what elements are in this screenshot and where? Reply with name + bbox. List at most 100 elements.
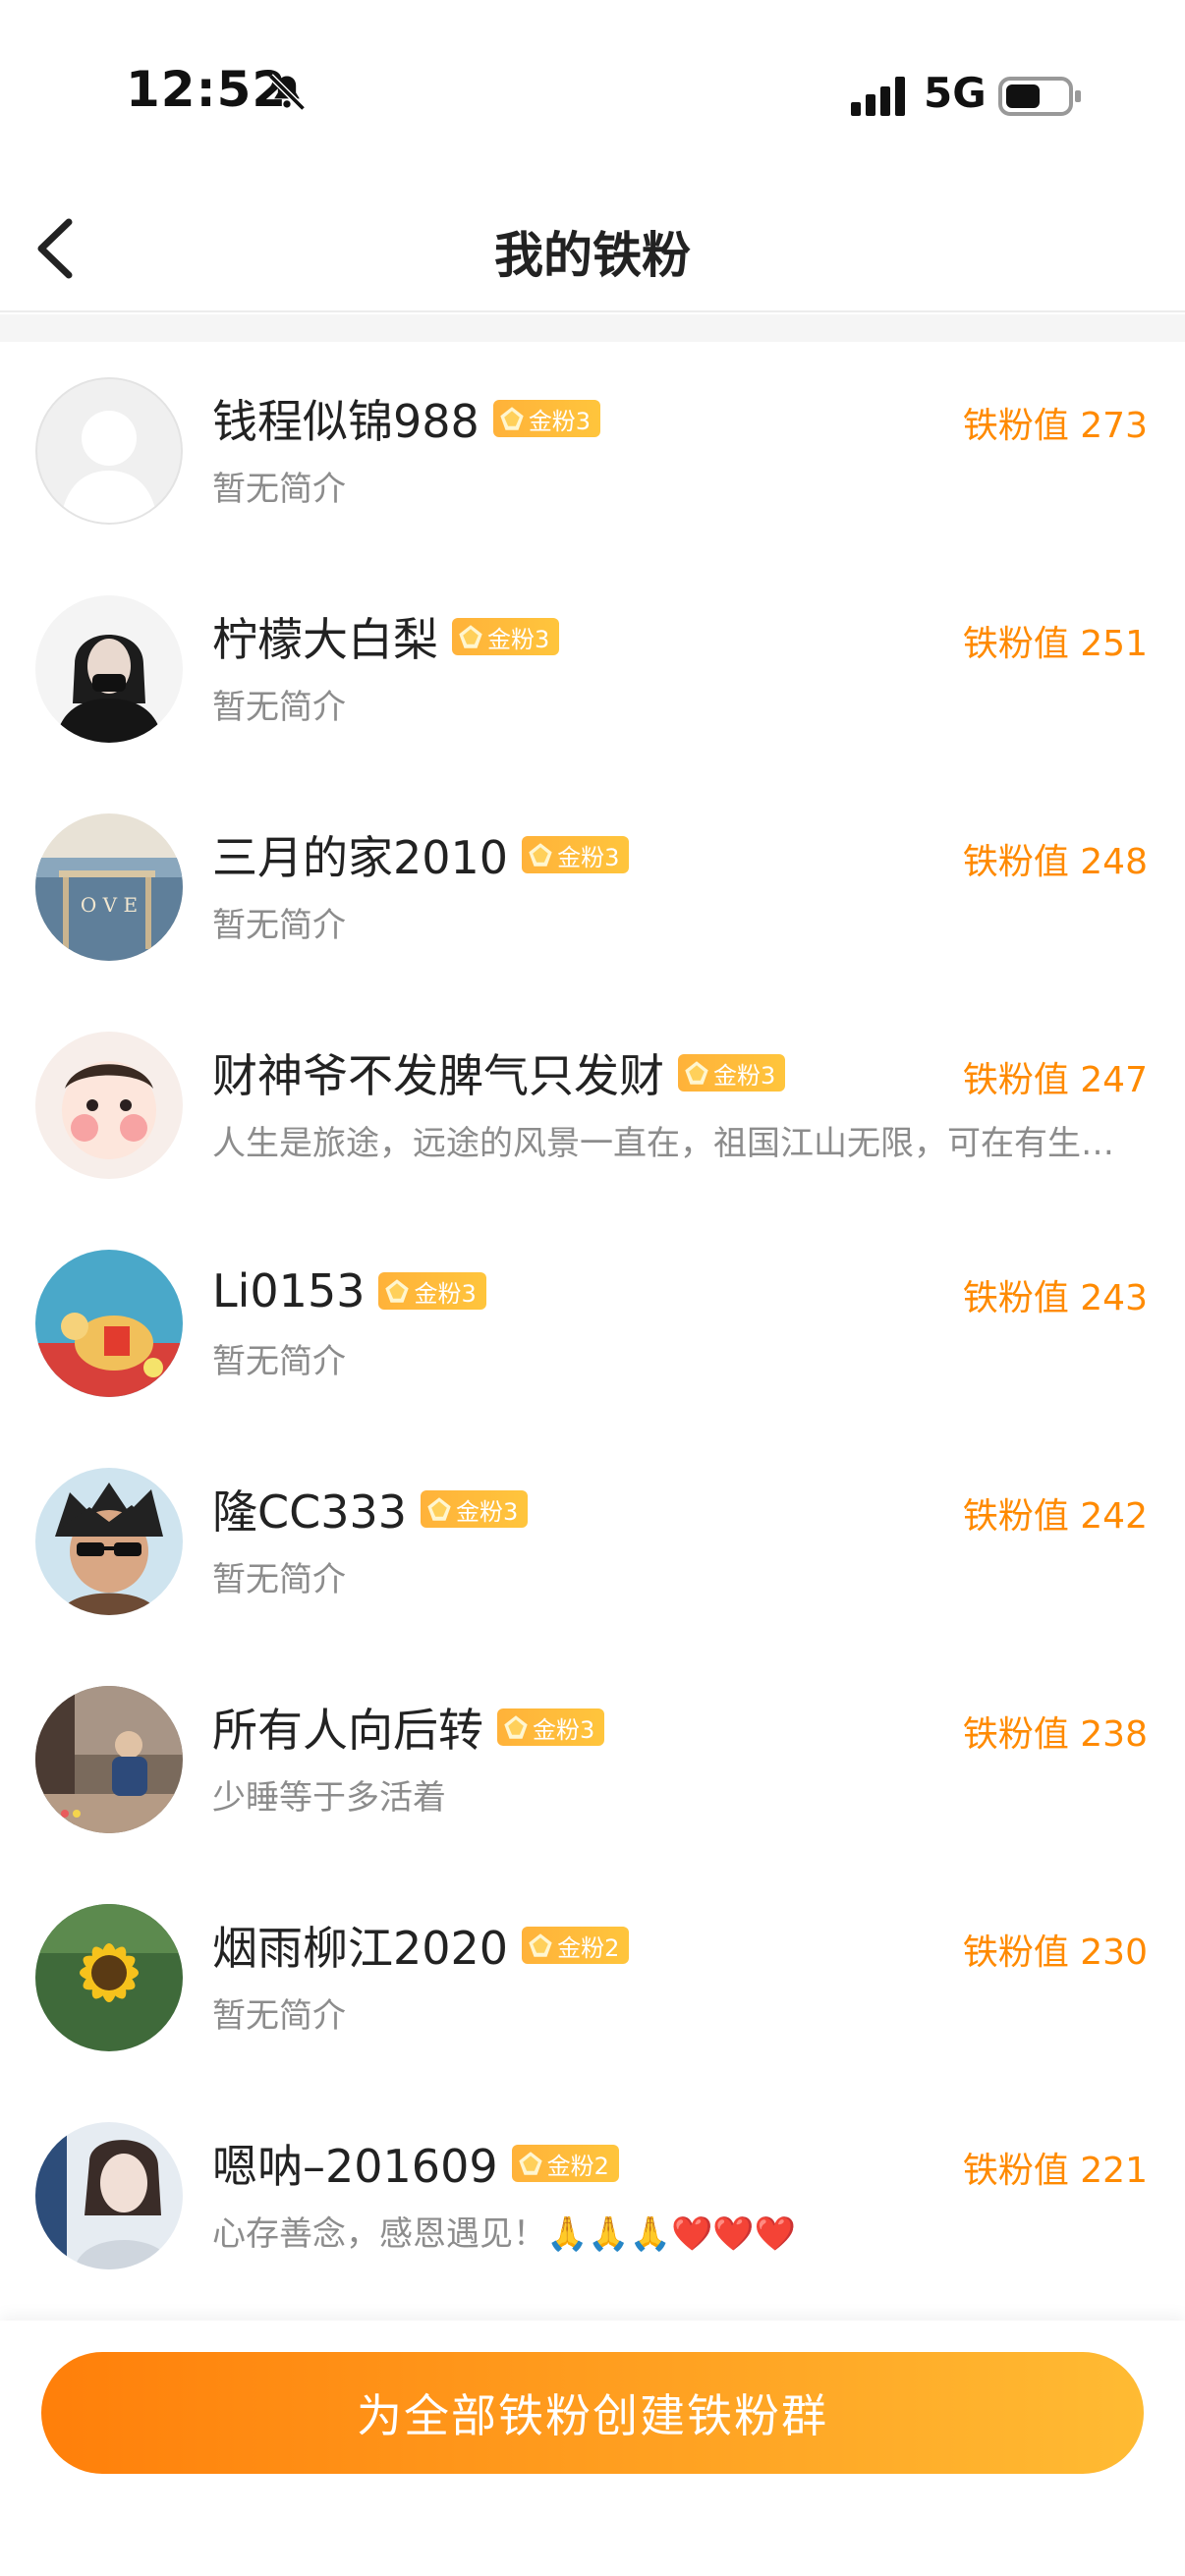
fan-name[interactable]: Li0153 [212,1264,365,1317]
anime-sunglasses-image [35,1468,183,1615]
fan-level-badge: 金粉2 [522,1927,630,1964]
fan-bio: 暂无简介 [212,470,346,509]
avatar[interactable] [35,1686,183,1833]
network-type: 5G [924,69,987,117]
fan-name[interactable]: 所有人向后转 [212,1695,483,1760]
fan-level-badge: 金粉3 [378,1272,486,1310]
fan-level-badge: 金粉2 [511,2145,619,2182]
fan-level-badge: 金粉3 [452,618,560,655]
fan-bio: 暂无简介 [212,1342,346,1381]
name-line: 所有人向后转 金粉3 [212,1695,605,1760]
street-photo-image [35,1686,183,1833]
fan-name[interactable]: 三月的家2010 [212,822,508,887]
fan-value: 铁粉值 251 [962,624,1148,664]
fan-value: 铁粉值 242 [962,1496,1148,1537]
name-line: 嗯呐–201609 金粉2 [212,2134,619,2193]
fan-level-badge: 金粉3 [678,1054,786,1092]
fan-level-badge: 金粉3 [492,400,601,437]
badge-label: 金粉3 [487,625,550,653]
badge-label: 金粉3 [456,1497,519,1526]
name-line: 钱程似锦988 金粉3 [212,386,601,451]
gem-icon [500,407,524,430]
fan-bio: 人生是旅途，远途的风景一直在，祖国江山无限，可在有生之年 [212,1124,1146,1163]
gem-icon [518,2152,542,2175]
gem-icon [529,1933,552,1957]
avatar[interactable] [35,1904,183,2051]
badge-label: 金粉3 [557,843,620,871]
avatar[interactable] [35,1250,183,1397]
fan-value: 铁粉值 230 [962,1932,1148,1973]
signal-icon [851,77,905,116]
avatar[interactable] [35,595,183,743]
fan-list: 钱程似锦988 金粉3 铁粉值 273 暂无简介 柠檬大白梨 金粉3 铁粉值 2… [0,342,1185,2305]
fan-row[interactable]: 柠檬大白梨 金粉3 铁粉值 251 暂无简介 [0,560,1185,778]
status-bar: 12:52 5G [0,0,1185,187]
fan-row[interactable]: 隆CC333 金粉3 铁粉值 242 暂无简介 [0,1432,1185,1651]
page-title: 我的铁粉 [494,227,691,284]
badge-label: 金粉3 [533,1715,595,1744]
gem-icon [685,1061,708,1085]
fan-bio: 暂无简介 [212,1560,346,1599]
nav-bar: 我的铁粉 [0,187,1185,312]
cartoon-baby-image [35,1032,183,1179]
fan-value: 铁粉值 248 [962,842,1148,882]
fan-bio: 暂无简介 [212,1996,346,2036]
fan-level-badge: 金粉3 [497,1708,605,1746]
girl-portrait-image [35,2122,183,2269]
gem-icon [504,1715,528,1739]
avatar[interactable]: O V E [35,813,183,961]
fan-bio: 暂无简介 [212,688,346,727]
fan-value: 铁粉值 221 [962,2151,1148,2191]
bell-muted-icon [268,74,306,111]
fan-value: 铁粉值 273 [962,406,1148,446]
seaside-photo-image: O V E [35,813,183,961]
name-line: 财神爷不发脾气只发财 金粉3 [212,1040,786,1105]
sunflower-image [35,1904,183,2051]
fan-level-badge: 金粉3 [522,836,630,873]
fan-row[interactable]: 财神爷不发脾气只发财 金粉3 铁粉值 247 人生是旅途，远途的风景一直在，祖国… [0,996,1185,1214]
battery-icon [998,77,1081,116]
avatar[interactable] [35,2122,183,2269]
fan-row[interactable]: O V E 三月的家2010 金粉3 铁粉值 248 暂无简介 [0,778,1185,996]
fan-bio: 暂无简介 [212,906,346,945]
badge-label: 金粉2 [546,2152,609,2180]
name-line: 隆CC333 金粉3 [212,1477,529,1541]
fortune-horse-image [35,1250,183,1397]
fan-row[interactable]: Li0153 金粉3 铁粉值 243 暂无简介 [0,1214,1185,1432]
fan-row[interactable]: 嗯呐–201609 金粉2 铁粉值 221 心存善念，感恩遇见！🙏🙏🙏❤️❤️❤… [0,2087,1185,2305]
fan-value: 铁粉值 243 [962,1278,1148,1318]
status-time: 12:52 [126,61,288,118]
section-divider [0,314,1185,342]
woman-portrait-image [35,595,183,743]
fan-bio: 心存善念，感恩遇见！🙏🙏🙏❤️❤️❤️ [212,2214,797,2254]
fan-name[interactable]: 嗯呐–201609 [212,2131,498,2196]
default-avatar-icon [35,377,183,525]
fan-name[interactable]: 柠檬大白梨 [212,604,438,669]
fan-row[interactable]: 烟雨柳江2020 金粉2 铁粉值 230 暂无简介 [0,1869,1185,2087]
badge-label: 金粉3 [713,1061,776,1090]
avatar[interactable] [35,377,183,525]
fan-name[interactable]: 烟雨柳江2020 [212,1913,508,1978]
fan-name[interactable]: 财神爷不发脾气只发财 [212,1040,664,1105]
fan-bio: 少睡等于多活着 [212,1778,446,1818]
create-fan-group-button[interactable]: 为全部铁粉创建铁粉群 [41,2352,1144,2474]
fan-name[interactable]: 隆CC333 [212,1477,407,1541]
gem-icon [385,1279,410,1303]
fan-value: 铁粉值 238 [962,1714,1148,1755]
gem-icon [427,1497,451,1521]
avatar[interactable] [35,1032,183,1179]
name-line: 三月的家2010 金粉3 [212,822,630,887]
badge-label: 金粉3 [528,407,592,435]
badge-label: 金粉2 [557,1933,620,1962]
name-line: Li0153 金粉3 [212,1261,486,1320]
bottom-bar: 为全部铁粉创建铁粉群 [0,2321,1185,2576]
fan-name[interactable]: 钱程似锦988 [212,386,480,451]
badge-label: 金粉3 [414,1279,477,1308]
gem-icon [459,625,482,648]
avatar[interactable] [35,1468,183,1615]
fan-row[interactable]: 钱程似锦988 金粉3 铁粉值 273 暂无简介 [0,342,1185,560]
fan-value: 铁粉值 247 [962,1060,1148,1100]
fan-level-badge: 金粉3 [421,1490,529,1528]
gem-icon [529,843,552,867]
fan-row[interactable]: 所有人向后转 金粉3 铁粉值 238 少睡等于多活着 [0,1651,1185,1869]
